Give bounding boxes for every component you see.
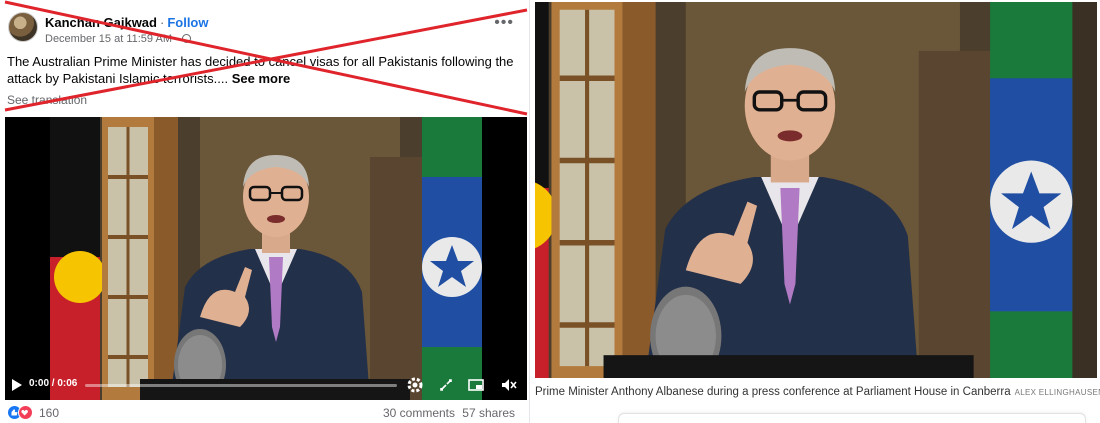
caption-text: Prime Minister Anthony Albanese during a… xyxy=(535,386,1011,398)
love-icon[interactable] xyxy=(18,405,33,420)
video-progress-bar[interactable] xyxy=(85,384,397,387)
shares-count[interactable]: 57 shares xyxy=(462,406,515,420)
post-timestamp[interactable]: December 15 at 11:59 AM · xyxy=(45,33,179,45)
video-frame-image xyxy=(50,117,482,400)
play-icon[interactable] xyxy=(12,379,22,391)
see-translation-link[interactable]: See translation xyxy=(7,93,87,107)
expand-icon[interactable] xyxy=(437,376,455,394)
comments-count[interactable]: 30 comments xyxy=(383,406,455,420)
video-player[interactable]: 0:00 / 0:06 xyxy=(5,117,527,400)
content-card xyxy=(618,413,1086,423)
follow-button[interactable]: Follow xyxy=(167,15,208,30)
author-avatar[interactable] xyxy=(8,12,38,42)
see-more-link[interactable]: See more xyxy=(232,71,291,86)
post-meta: December 15 at 11:59 AM · xyxy=(45,33,191,45)
author-line: Kanchan Gajkwad · Follow xyxy=(45,15,209,30)
post-text: The Australian Prime Minister has decide… xyxy=(7,53,523,87)
photo-caption: Prime Minister Anthony Albanese during a… xyxy=(535,386,1100,398)
reactions-bar: 160 30 comments 57 shares xyxy=(7,405,523,421)
miniplayer-icon[interactable] xyxy=(467,376,485,394)
separator: · xyxy=(159,15,165,30)
news-article-panel: Prime Minister Anthony Albanese during a… xyxy=(533,0,1100,423)
video-controls: 0:00 / 0:06 xyxy=(5,370,527,400)
more-options-icon[interactable]: ••• xyxy=(494,15,514,31)
author-name[interactable]: Kanchan Gajkwad xyxy=(45,15,157,30)
reaction-count[interactable]: 160 xyxy=(39,406,59,420)
globe-icon xyxy=(181,34,191,43)
mute-icon[interactable] xyxy=(500,376,518,394)
photo-credit: ALEX ELLINGHAUSEN xyxy=(1014,388,1100,397)
settings-icon[interactable] xyxy=(406,376,424,394)
video-time: 0:00 / 0:06 xyxy=(29,378,78,389)
post-header: Kanchan Gajkwad · Follow December 15 at 11… xyxy=(0,0,530,50)
news-photo xyxy=(535,2,1097,378)
facebook-post: Kanchan Gajkwad · Follow December 15 at 11… xyxy=(0,0,530,423)
